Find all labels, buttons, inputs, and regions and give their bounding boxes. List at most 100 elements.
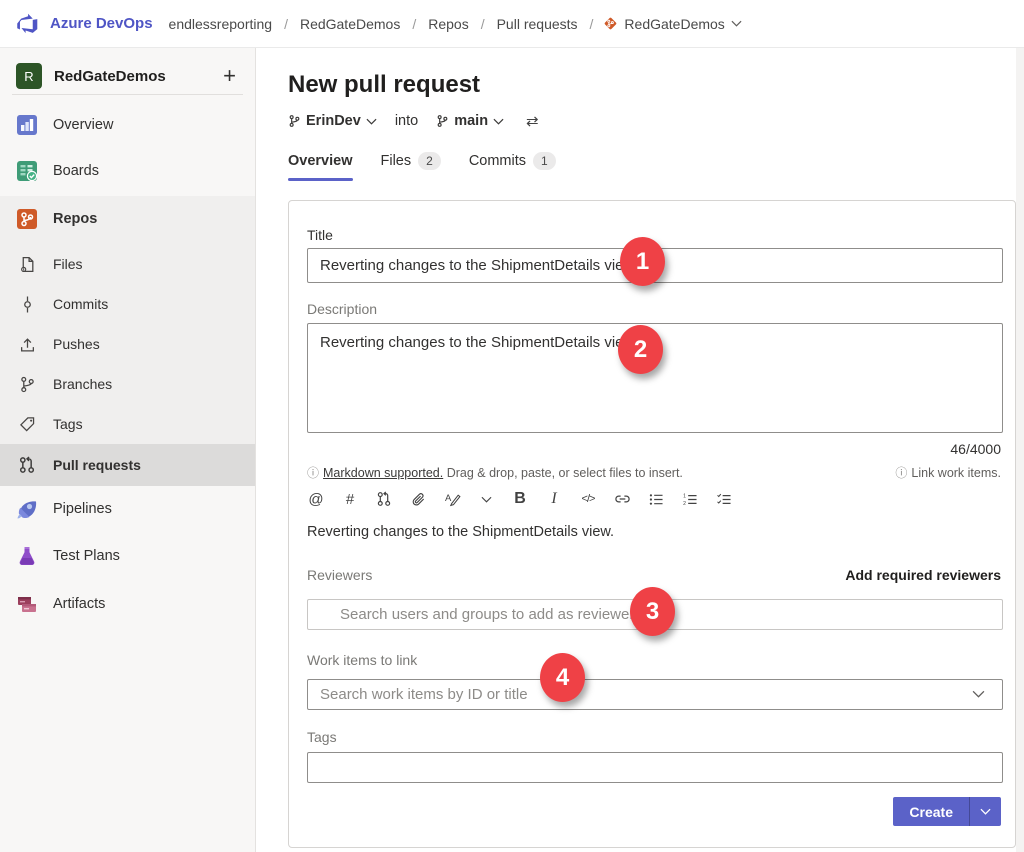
- work-items-search-input[interactable]: [307, 679, 1003, 710]
- tags-label: Tags: [307, 729, 337, 745]
- test-plans-icon: [15, 544, 39, 568]
- numbered-list-icon[interactable]: 12: [673, 484, 707, 514]
- breadcrumb-separator: /: [580, 16, 604, 32]
- sidebar-item-boards[interactable]: Boards: [0, 148, 255, 194]
- sidebar-item-label: Pushes: [53, 336, 100, 352]
- reviewers-label: Reviewers: [307, 567, 372, 583]
- breadcrumb-organization[interactable]: endlessreporting: [167, 16, 275, 32]
- tags-input[interactable]: [307, 752, 1003, 783]
- chevron-down-icon[interactable]: [972, 690, 985, 698]
- work-item-icon[interactable]: #: [333, 484, 367, 514]
- sidebar-item-branches[interactable]: Branches: [0, 364, 255, 404]
- into-label: into: [395, 113, 418, 129]
- brand-title[interactable]: Azure DevOps: [50, 15, 153, 32]
- checklist-icon[interactable]: [707, 484, 741, 514]
- sidebar-item-pull-requests[interactable]: Pull requests: [0, 444, 255, 486]
- sidebar-item-label: Artifacts: [53, 596, 105, 612]
- tab-label: Files: [381, 153, 412, 169]
- commits-count-badge: 1: [533, 152, 556, 170]
- breadcrumb-separator: /: [402, 16, 426, 32]
- target-branch-selector[interactable]: main: [436, 113, 504, 129]
- chevron-down-icon: [493, 118, 504, 125]
- add-project-item-button[interactable]: +: [223, 65, 236, 87]
- sidebar-item-artifacts[interactable]: Artifacts: [0, 580, 255, 628]
- breadcrumb-project[interactable]: RedGateDemos: [298, 16, 402, 32]
- branch-icon: [436, 114, 449, 128]
- markdown-toolbar: @ # A B I </> 12: [299, 484, 741, 514]
- svg-text:2: 2: [683, 501, 686, 506]
- bold-icon[interactable]: B: [503, 484, 537, 514]
- breadcrumb-separator: /: [274, 16, 298, 32]
- repos-icon: [15, 207, 39, 231]
- pull-request-tabs: Overview Files 2 Commits 1: [288, 152, 556, 182]
- sidebar-item-tags[interactable]: Tags: [0, 404, 255, 444]
- svg-text:A: A: [444, 493, 451, 504]
- bulleted-list-icon[interactable]: [639, 484, 673, 514]
- sidebar-item-label: Test Plans: [53, 548, 120, 564]
- sidebar-item-pushes[interactable]: Pushes: [0, 324, 255, 364]
- repository-icon: [603, 16, 618, 31]
- overview-icon: [15, 113, 39, 137]
- work-items-label: Work items to link: [307, 652, 417, 668]
- sidebar-item-label: Commits: [53, 296, 108, 312]
- tab-files[interactable]: Files 2: [381, 152, 441, 182]
- chevron-down-icon: [366, 118, 377, 125]
- breadcrumb-separator: /: [471, 16, 495, 32]
- files-icon: [15, 256, 39, 273]
- artifacts-icon: [15, 592, 39, 616]
- add-required-reviewers-button[interactable]: Add required reviewers: [845, 567, 1001, 583]
- markdown-supported-link[interactable]: Markdown supported.: [323, 466, 443, 480]
- link-icon[interactable]: [605, 484, 639, 514]
- project-name: RedGateDemos: [54, 68, 166, 85]
- svg-text:1: 1: [683, 493, 686, 499]
- mention-icon[interactable]: @: [299, 484, 333, 514]
- tab-commits[interactable]: Commits 1: [469, 152, 556, 182]
- sidebar-item-pipelines[interactable]: Pipelines: [0, 486, 255, 532]
- annotation-badge-4: 4: [540, 653, 585, 702]
- sidebar-item-label: Repos: [53, 211, 97, 227]
- italic-icon[interactable]: I: [537, 484, 571, 514]
- target-branch-name: main: [454, 113, 488, 129]
- breadcrumb-repos[interactable]: Repos: [426, 16, 470, 32]
- create-button[interactable]: Create: [893, 797, 969, 826]
- code-icon[interactable]: </>: [571, 484, 605, 514]
- pushes-icon: [15, 336, 39, 353]
- project-header[interactable]: R RedGateDemos +: [0, 56, 256, 96]
- chevron-down-icon: [980, 808, 991, 815]
- sidebar-item-overview[interactable]: Overview: [0, 102, 255, 148]
- editor-hint-row: ⓘ Markdown supported. Drag & drop, paste,…: [307, 464, 1001, 481]
- swap-branches-icon[interactable]: ⇄: [526, 112, 539, 130]
- annotation-badge-3: 3: [630, 587, 675, 636]
- source-branch-selector[interactable]: ErinDev: [288, 113, 377, 129]
- chevron-down-icon: [731, 20, 742, 27]
- sidebar-item-repos[interactable]: Repos: [0, 196, 255, 242]
- repository-selector[interactable]: RedGateDemos: [603, 16, 741, 32]
- sidebar-item-commits[interactable]: Commits: [0, 284, 255, 324]
- commits-icon: [15, 296, 39, 313]
- tab-label: Commits: [469, 153, 526, 169]
- tags-icon: [15, 416, 39, 433]
- description-label: Description: [307, 301, 377, 317]
- reviewers-header: Reviewers Add required reviewers: [307, 567, 1001, 583]
- link-work-items-hint[interactable]: ⓘLink work items.: [895, 464, 1001, 481]
- branches-icon: [15, 376, 39, 393]
- annotation-badge-1: 1: [620, 237, 665, 286]
- sidebar-divider: [12, 94, 243, 95]
- create-options-dropdown[interactable]: [970, 797, 1001, 826]
- chevron-down-icon[interactable]: [469, 484, 503, 514]
- sidebar-item-files[interactable]: Files: [0, 244, 255, 284]
- sidebar-item-test-plans[interactable]: Test Plans: [0, 532, 255, 580]
- breadcrumb-pull-requests[interactable]: Pull requests: [495, 16, 580, 32]
- format-icon[interactable]: A: [435, 484, 469, 514]
- project-sidebar: R RedGateDemos + Overview Boards Repos: [0, 48, 256, 852]
- sidebar-item-label: Branches: [53, 376, 112, 392]
- drag-drop-hint: Drag & drop, paste, or select files to i…: [443, 466, 683, 480]
- attach-icon[interactable]: [401, 484, 435, 514]
- pull-request-icon[interactable]: [367, 484, 401, 514]
- source-branch-name: ErinDev: [306, 113, 361, 129]
- tab-overview[interactable]: Overview: [288, 153, 353, 181]
- info-icon: ⓘ: [307, 466, 319, 480]
- sidebar-item-label: Tags: [53, 416, 83, 432]
- markdown-hint: ⓘ Markdown supported. Drag & drop, paste,…: [307, 464, 683, 481]
- azure-devops-logo-icon[interactable]: [14, 11, 40, 37]
